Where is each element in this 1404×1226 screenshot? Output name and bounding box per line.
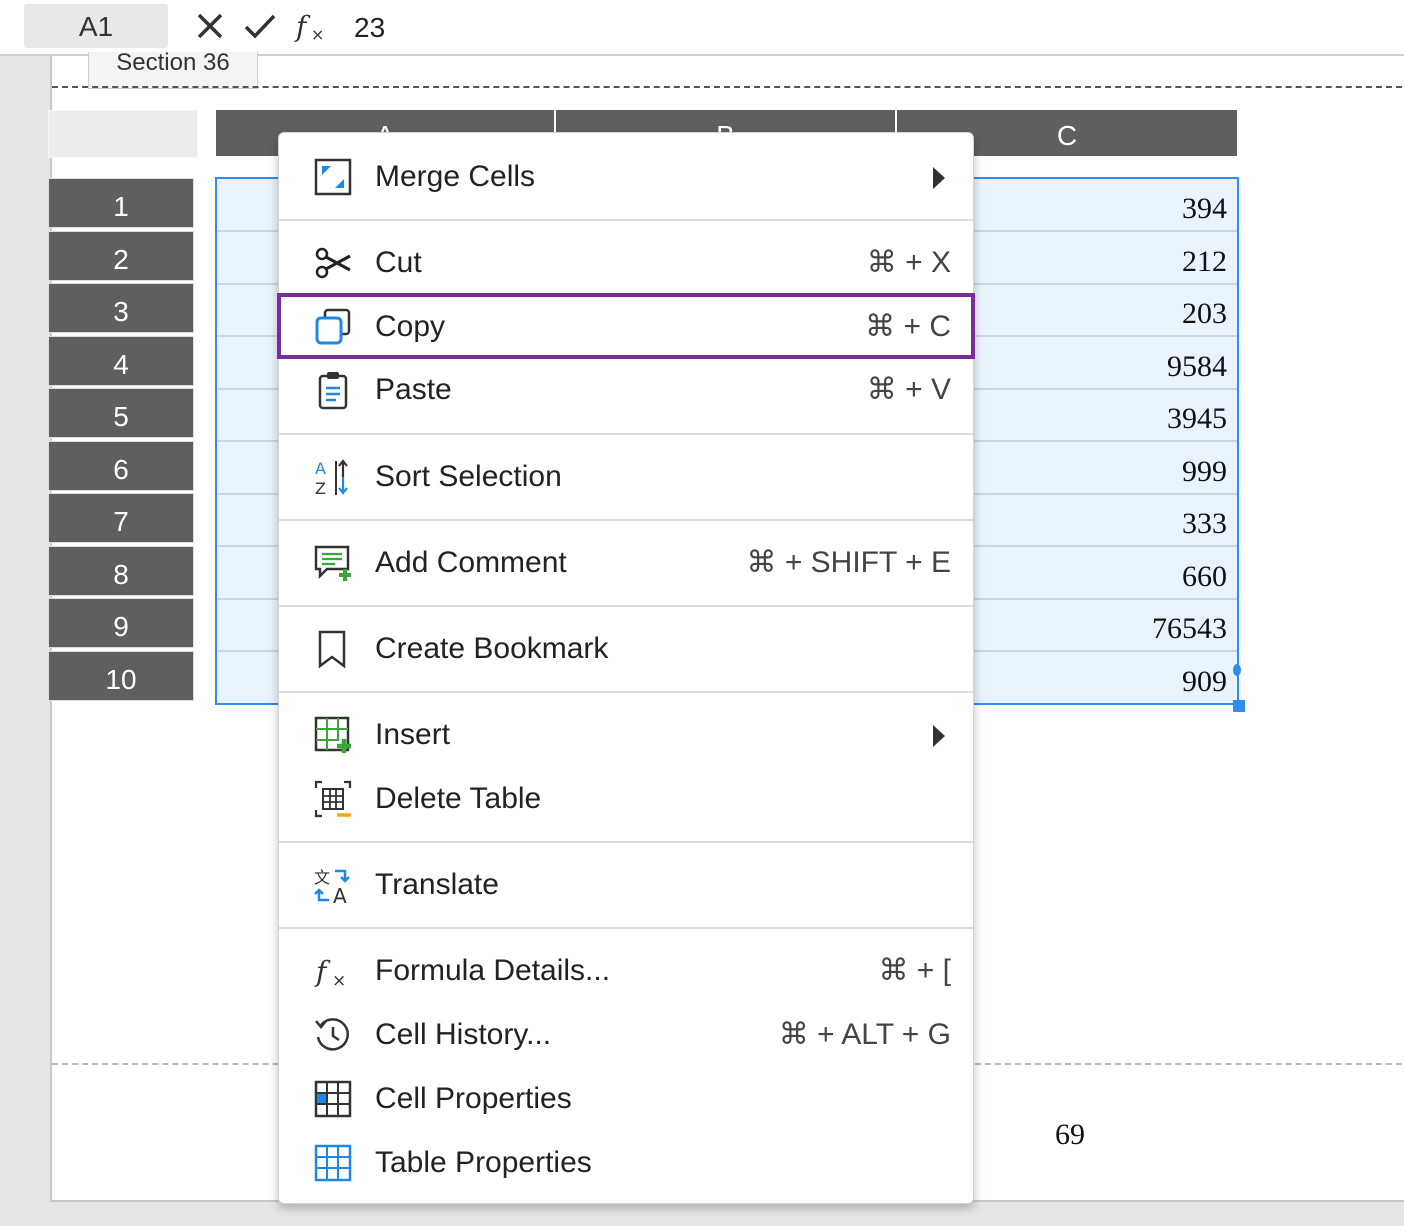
- cell-c9[interactable]: 76543: [975, 598, 1227, 648]
- menu-label: Copy: [375, 295, 445, 359]
- menu-item-merge-cells[interactable]: Merge Cells: [279, 145, 973, 205]
- menu-label: Insert: [375, 703, 450, 767]
- menu-label: Sort Selection: [375, 445, 562, 509]
- page-break-line: [52, 86, 1404, 88]
- menu-separator: [279, 691, 973, 693]
- menu-separator: [279, 927, 973, 929]
- section-tab[interactable]: Section 36: [88, 52, 258, 89]
- menu-item-create-bookmark[interactable]: Create Bookmark: [279, 617, 973, 677]
- table-corner[interactable]: [48, 110, 198, 158]
- cell-c10[interactable]: 909: [975, 651, 1227, 701]
- row-header-10[interactable]: 10: [48, 651, 194, 701]
- menu-label: Cut: [375, 231, 422, 295]
- menu-separator: [279, 433, 973, 435]
- menu-item-insert[interactable]: Insert: [279, 703, 973, 763]
- row-header-1[interactable]: 1: [48, 178, 194, 228]
- scissors-icon: [313, 243, 353, 283]
- cell-c6[interactable]: 999: [975, 441, 1227, 491]
- svg-text:f: f: [294, 10, 311, 43]
- menu-label: Formula Details...: [375, 939, 610, 1003]
- copy-icon: [313, 307, 353, 347]
- cell-c5[interactable]: 3945: [975, 388, 1227, 438]
- cancel-icon[interactable]: [192, 8, 228, 44]
- cell-properties-icon: [313, 1079, 353, 1119]
- menu-separator: [279, 219, 973, 221]
- cell-c8[interactable]: 660: [975, 546, 1227, 596]
- row-header-3[interactable]: 3: [48, 283, 194, 333]
- menu-separator: [279, 519, 973, 521]
- menu-shortcut: ⌘ + V: [867, 358, 951, 422]
- svg-text:A: A: [315, 459, 326, 478]
- cell-c4[interactable]: 9584: [975, 336, 1227, 386]
- menu-item-formula-details[interactable]: f × Formula Details... ⌘ + [: [279, 939, 973, 999]
- menu-label: Translate: [375, 853, 499, 917]
- menu-item-add-comment[interactable]: Add Comment ⌘ + SHIFT + E: [279, 531, 973, 591]
- formula-value[interactable]: 23: [354, 8, 385, 48]
- menu-label: Merge Cells: [375, 145, 535, 209]
- function-fx-icon[interactable]: f ×: [294, 8, 330, 44]
- cell-c1[interactable]: 394: [975, 178, 1227, 228]
- table-properties-icon: [313, 1143, 353, 1183]
- menu-item-cell-properties[interactable]: Cell Properties: [279, 1067, 973, 1127]
- row-header-5[interactable]: 5: [48, 388, 194, 438]
- selection-resize-handle-top[interactable]: [1233, 664, 1241, 676]
- selection-fill-handle[interactable]: [1233, 700, 1245, 712]
- menu-label: Delete Table: [375, 767, 541, 831]
- menu-separator: [279, 841, 973, 843]
- confirm-check-icon[interactable]: [242, 8, 278, 44]
- menu-label: Add Comment: [375, 531, 567, 595]
- function-fx-icon: f ×: [313, 951, 353, 991]
- menu-shortcut: ⌘ + C: [865, 295, 951, 359]
- menu-label: Cell History...: [375, 1003, 551, 1067]
- menu-item-table-properties[interactable]: Table Properties: [279, 1131, 973, 1191]
- menu-label: Table Properties: [375, 1131, 592, 1195]
- menu-label: Create Bookmark: [375, 617, 608, 681]
- row-header-2[interactable]: 2: [48, 231, 194, 281]
- cell-c7[interactable]: 333: [975, 493, 1227, 543]
- svg-text:×: ×: [311, 25, 324, 44]
- menu-label: Paste: [375, 358, 452, 422]
- row-header-9[interactable]: 9: [48, 598, 194, 648]
- svg-text:Z: Z: [315, 479, 326, 497]
- svg-text:×: ×: [332, 971, 346, 991]
- menu-shortcut: ⌘ + SHIFT + E: [746, 531, 951, 595]
- svg-text:f: f: [314, 955, 331, 988]
- merge-cells-icon: [313, 157, 353, 197]
- menu-shortcut: ⌘ + ALT + G: [779, 1003, 951, 1067]
- clipboard-icon: [313, 370, 353, 410]
- svg-text:A: A: [333, 884, 347, 905]
- svg-text:文: 文: [314, 868, 330, 887]
- row-header-8[interactable]: 8: [48, 546, 194, 596]
- context-menu: Merge Cells Cut ⌘ + X Copy ⌘ + C Paste ⌘…: [278, 132, 974, 1204]
- menu-separator: [279, 605, 973, 607]
- sort-az-icon: A Z: [313, 457, 353, 497]
- submenu-arrow-icon: [933, 167, 945, 189]
- cell-c2[interactable]: 212: [975, 231, 1227, 281]
- history-clock-icon: [313, 1015, 353, 1055]
- formula-bar: A1 f × 23: [0, 0, 1404, 56]
- row-header-7[interactable]: 7: [48, 493, 194, 543]
- menu-shortcut: ⌘ + X: [867, 231, 951, 295]
- submenu-arrow-icon: [933, 725, 945, 747]
- menu-label: Cell Properties: [375, 1067, 572, 1131]
- row-header-6[interactable]: 6: [48, 441, 194, 491]
- menu-item-cell-history[interactable]: Cell History... ⌘ + ALT + G: [279, 1003, 973, 1063]
- menu-item-sort-selection[interactable]: A Z Sort Selection: [279, 445, 973, 505]
- footer-value[interactable]: 69: [1055, 1118, 1085, 1152]
- bookmark-icon: [313, 629, 353, 669]
- translate-icon: 文 A: [313, 865, 353, 905]
- add-comment-icon: [313, 543, 353, 583]
- cell-reference-box[interactable]: A1: [24, 4, 168, 48]
- row-header-4[interactable]: 4: [48, 336, 194, 386]
- menu-item-delete-table[interactable]: Delete Table: [279, 767, 973, 827]
- menu-shortcut: ⌘ + [: [878, 939, 951, 1003]
- cell-c3[interactable]: 203: [975, 283, 1227, 333]
- menu-item-translate[interactable]: 文 A Translate: [279, 853, 973, 913]
- menu-item-cut[interactable]: Cut ⌘ + X: [279, 231, 973, 291]
- insert-table-icon: [313, 715, 353, 755]
- menu-item-copy[interactable]: Copy ⌘ + C: [279, 295, 973, 355]
- delete-table-icon: [313, 779, 353, 819]
- menu-item-paste[interactable]: Paste ⌘ + V: [279, 358, 973, 418]
